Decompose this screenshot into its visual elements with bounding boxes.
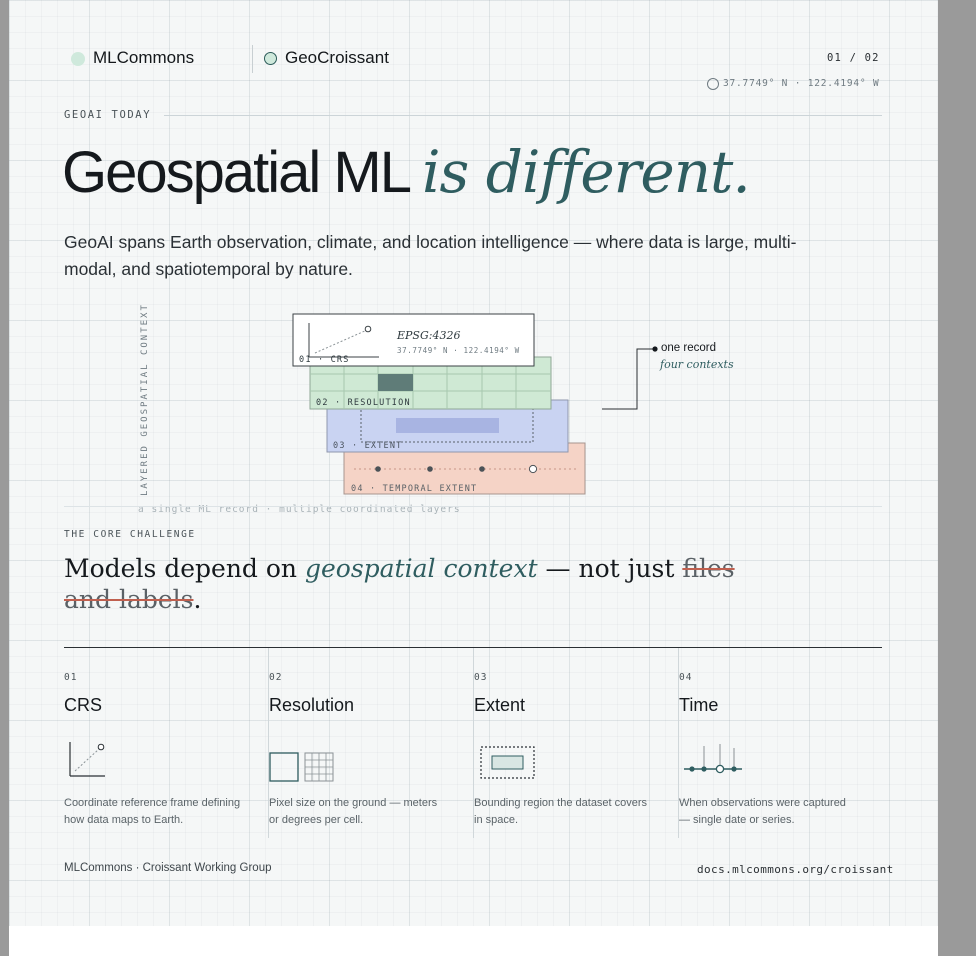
headline-main: Geospatial ML — [62, 140, 410, 205]
diagram-vertical-label: LAYERED GEOSPATIAL CONTEXT — [140, 303, 150, 496]
page-number: 01 / 02 — [827, 52, 880, 64]
column-number: 04 — [679, 672, 693, 683]
column-title-crs: CRS — [64, 695, 103, 715]
challenge-text-accent: geospatial context — [304, 554, 538, 583]
callout-sub: four contexts — [660, 358, 734, 371]
time-point — [375, 466, 381, 472]
layer-label-resolution: 02 · RESOLUTION — [316, 398, 411, 408]
docs-link[interactable]: docs.mlcommons.org/croissant — [697, 863, 894, 876]
column-title-resolution: Resolution — [269, 695, 355, 715]
eyebrow-rule — [164, 115, 882, 116]
crs-coordinates: 37.7749° N · 122.4194° W — [397, 346, 520, 355]
headline-accent: is different. — [421, 138, 751, 206]
extent-icon — [480, 746, 535, 779]
diagram-rule — [64, 506, 882, 507]
layer-label-crs: 01 · CRS — [299, 355, 350, 365]
time-point — [427, 466, 433, 472]
time-point-open — [528, 464, 538, 474]
crs-icon — [69, 742, 105, 777]
right-gutter — [938, 0, 976, 956]
callout-main: one record — [661, 342, 716, 354]
crs-layer: EPSG:4326 37.7749° N · 122.4194° W 01 · … — [292, 313, 535, 367]
challenge-text-before: Models depend on — [64, 554, 305, 583]
layer-label-extent: 03 · EXTENT — [333, 441, 403, 451]
mlcommons-logo-icon — [71, 52, 85, 66]
challenge-text-end: . — [193, 585, 202, 614]
time-point — [479, 466, 485, 472]
footer-credit: MLCommons · Croissant Working Group — [64, 862, 272, 874]
column-number: 03 — [474, 672, 488, 683]
column-number: 01 — [64, 672, 78, 683]
column-desc-time: When observations were captured — single… — [679, 797, 846, 826]
section-eyebrow: GEOAI TODAY — [64, 109, 152, 121]
column-desc-resolution: Pixel size on the ground — meters or deg… — [269, 797, 438, 826]
layered-context-diagram: 04 · TEMPORAL EXTENT 03 · EXTENT 02 · RE… — [292, 313, 586, 495]
column-desc-extent: Bounding region the dataset covers in sp… — [474, 797, 648, 826]
column-title-time: Time — [679, 695, 719, 715]
page-title: Geospatial ML is different. — [62, 138, 751, 206]
below-page-area — [9, 926, 938, 956]
column-desc-crs: Coordinate reference frame defining how … — [64, 797, 241, 826]
brand-primary: MLCommons — [93, 48, 195, 67]
lede-paragraph: GeoAI spans Earth observation, climate, … — [64, 232, 797, 279]
resolution-icon — [269, 752, 334, 782]
challenge-eyebrow: THE CORE CHALLENGE — [64, 529, 196, 540]
layer-label-temporal: 04 · TEMPORAL EXTENT — [351, 484, 477, 494]
callout-connector — [602, 346, 658, 410]
crs-code: EPSG:4326 — [396, 329, 460, 342]
challenge-statement: Models depend on geospatial context — no… — [64, 553, 784, 615]
slide-page: MLCommons GeoCroissant 01 / 02 37.7749° … — [9, 0, 938, 926]
time-icon — [684, 744, 742, 774]
location-pin-icon — [707, 78, 719, 90]
left-gutter — [0, 0, 9, 956]
geocroissant-logo-icon — [264, 52, 277, 65]
header-divider — [252, 45, 253, 73]
column-title-extent: Extent — [474, 695, 526, 715]
header-coordinates: 37.7749° N · 122.4194° W — [723, 78, 880, 89]
brand-secondary: GeoCroissant — [285, 48, 389, 67]
column-number: 02 — [269, 672, 283, 683]
challenge-text-middle: — not just — [537, 554, 683, 583]
